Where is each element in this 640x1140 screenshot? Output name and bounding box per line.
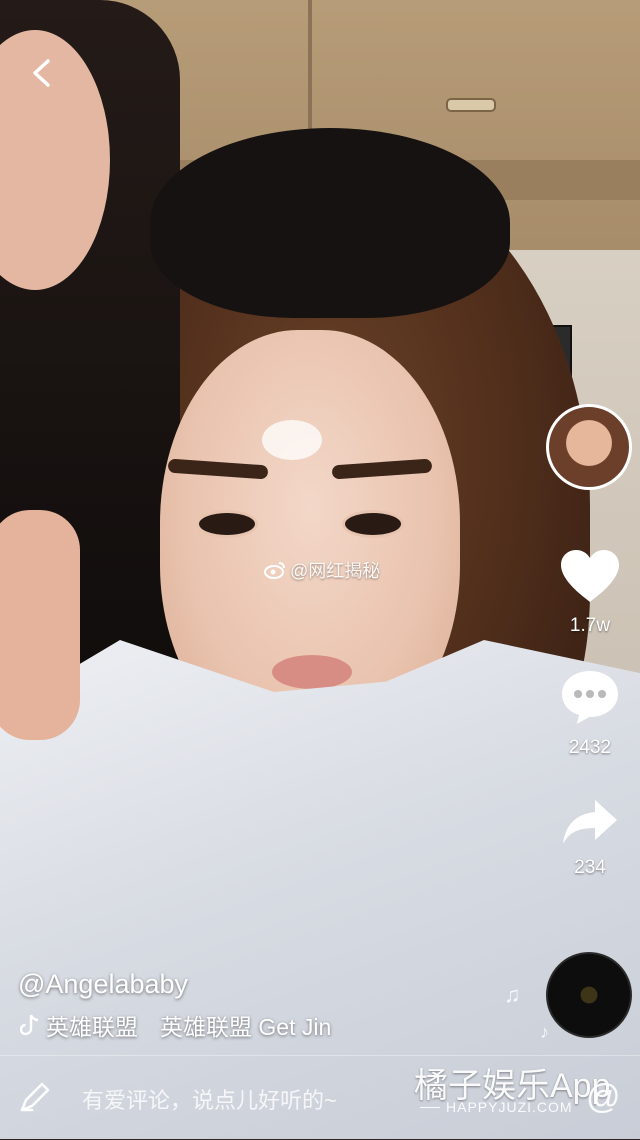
- music-title-2: 英雄联盟 Get Jin: [160, 1014, 332, 1040]
- ui-overlay: 1.7w 2432 234 @网红揭秘 @Angelababy 英雄联盟 英雄联…: [0, 0, 640, 1139]
- weibo-watermark: @网红揭秘: [264, 557, 380, 583]
- author-avatar[interactable]: [546, 404, 632, 490]
- comment-input[interactable]: 有爱评论，说点儿好听的~: [82, 1083, 337, 1115]
- divider: [420, 1106, 440, 1108]
- at-icon[interactable]: @: [586, 1078, 621, 1117]
- weibo-icon: [264, 562, 285, 579]
- comment-button[interactable]: 2432: [558, 668, 622, 759]
- like-button[interactable]: 1.7w: [558, 548, 622, 637]
- brand-url: HAPPYJUZI.COM: [420, 1099, 573, 1115]
- watermark-text: @网红揭秘: [290, 561, 381, 581]
- share-count: 234: [574, 857, 606, 878]
- back-icon[interactable]: [28, 58, 58, 88]
- like-count: 1.7w: [569, 615, 611, 636]
- share-icon: [563, 800, 617, 844]
- comment-count: 2432: [568, 737, 612, 758]
- music-disc[interactable]: [546, 952, 632, 1038]
- tiktok-icon: [20, 1014, 39, 1036]
- music-title-1: 英雄联盟: [46, 1014, 138, 1040]
- music-note-icon: ♪: [540, 1022, 549, 1042]
- author-handle[interactable]: @Angelababy: [18, 969, 188, 1000]
- share-button[interactable]: 234: [558, 798, 622, 879]
- brand-url-text: HAPPYJUZI.COM: [446, 1099, 573, 1115]
- music-line[interactable]: 英雄联盟 英雄联盟 Get Jin: [20, 1008, 331, 1042]
- comment-icon: [562, 671, 618, 724]
- music-note-icon: ♫: [504, 982, 521, 1007]
- heart-icon: [561, 550, 619, 602]
- pen-icon: [20, 1082, 50, 1112]
